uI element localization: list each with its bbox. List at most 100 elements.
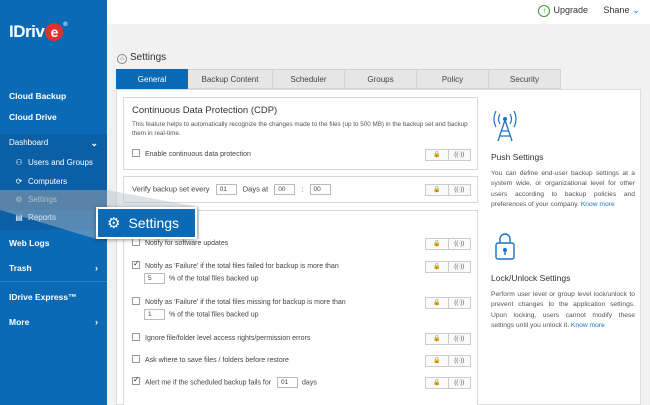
user-menu[interactable]: Shane ⌄ xyxy=(603,5,640,16)
alert-days-input[interactable]: 01 xyxy=(277,377,299,388)
upgrade-label: Upgrade xyxy=(553,5,588,15)
sidebar-item-reports[interactable]: ▤ Reports xyxy=(14,210,56,226)
push-settings-text: You can define end-user backup settings … xyxy=(491,170,635,208)
verify-days-at-label: Days at xyxy=(242,184,269,194)
push-icon[interactable]: ((·)) xyxy=(447,262,471,272)
lock-toggle: 🔒 ((·)) xyxy=(425,184,471,196)
lock-know-more-link[interactable]: Know more xyxy=(571,322,605,329)
chevron-right-icon: › xyxy=(95,317,98,327)
user-name: Shane xyxy=(603,5,630,15)
lock-icon[interactable]: 🔒 xyxy=(426,150,448,160)
ignore-errors-checkbox[interactable] xyxy=(132,333,140,341)
ask-where-label: Ask where to save files / folders before… xyxy=(145,357,289,364)
lock-icon xyxy=(492,231,518,268)
nav-web-logs[interactable]: Web Logs xyxy=(0,233,107,253)
upgrade-button[interactable]: ↑ Upgrade xyxy=(538,5,588,17)
lock-icon[interactable]: 🔒 xyxy=(426,334,448,344)
push-icon[interactable]: ((·)) xyxy=(447,239,471,249)
cdp-panel: Continuous Data Protection (CDP) This fe… xyxy=(123,97,478,170)
push-icon[interactable]: ((·)) xyxy=(447,185,471,195)
push-icon[interactable]: ((·)) xyxy=(447,356,471,366)
alert-fail-row: Alert me if the scheduled backup fails f… xyxy=(132,375,317,388)
idrive-logo[interactable]: IDriv e ® xyxy=(9,22,68,42)
time-separator: : xyxy=(301,184,304,194)
lock-icon[interactable]: 🔒 xyxy=(426,185,448,195)
notify-updates-checkbox[interactable] xyxy=(132,238,140,246)
broadcast-tower-icon xyxy=(492,110,518,149)
lock-toggle: 🔒 ((·)) xyxy=(425,238,471,250)
ask-where-row: Ask where to save files / folders before… xyxy=(132,355,289,364)
nav-idrive-express[interactable]: IDrive Express™ xyxy=(0,287,107,307)
lock-toggle: 🔒 ((·)) xyxy=(425,377,471,389)
arrow-up-icon: ↑ xyxy=(538,5,551,17)
missing-files-row: Notify as 'Failure' if the total files m… xyxy=(132,297,346,306)
options-panel: Notify for software updates 🔒((·)) Notif… xyxy=(123,210,478,405)
users-icon: ⚇ xyxy=(15,158,23,167)
lock-toggle: 🔒 ((·)) xyxy=(425,355,471,367)
lock-icon[interactable]: 🔒 xyxy=(426,298,448,308)
sidebar-item-label: Reports xyxy=(28,213,57,222)
tab-groups[interactable]: Groups xyxy=(345,69,417,89)
report-icon: ▤ xyxy=(15,213,23,222)
nav-trash[interactable]: Trash › xyxy=(0,258,107,278)
cdp-enable-checkbox[interactable] xyxy=(132,149,140,157)
verify-minute-input[interactable]: 00 xyxy=(309,184,331,195)
verify-hour-input[interactable]: 00 xyxy=(274,184,296,195)
divider xyxy=(0,281,107,282)
sidebar-item-computers[interactable]: ⟳ Computers xyxy=(14,174,67,190)
push-icon[interactable]: ((·)) xyxy=(447,150,471,160)
ask-where-checkbox[interactable] xyxy=(132,355,140,363)
failed-files-checkbox[interactable] xyxy=(132,259,140,269)
verify-label: Verify backup set every xyxy=(132,184,210,194)
settings-callout: ⚙ Settings xyxy=(96,207,197,239)
push-know-more-link[interactable]: Know more xyxy=(581,201,615,208)
nav-trash-label: Trash xyxy=(9,263,32,273)
push-icon[interactable]: ((·)) xyxy=(447,334,471,344)
lock-icon[interactable]: 🔒 xyxy=(426,356,448,366)
cdp-title: Continuous Data Protection (CDP) xyxy=(132,105,278,116)
tab-policy[interactable]: Policy xyxy=(417,69,489,89)
lock-toggle: 🔒 ((·)) xyxy=(425,297,471,309)
lock-icon[interactable]: 🔒 xyxy=(426,378,448,388)
home-icon[interactable]: ⌂ xyxy=(117,54,127,64)
gear-icon: ⚙ xyxy=(107,215,121,232)
push-icon[interactable]: ((·)) xyxy=(447,378,471,388)
nav-cloud-drive[interactable]: Cloud Drive xyxy=(0,107,107,127)
tab-general[interactable]: General xyxy=(116,69,188,89)
push-icon[interactable]: ((·)) xyxy=(447,298,471,308)
verify-days-input[interactable]: 01 xyxy=(215,184,237,195)
sidebar-item-label: Computers xyxy=(28,177,68,186)
failed-files-threshold: 5 % of the total files backed up xyxy=(144,273,259,284)
notify-updates-row: Notify for software updates xyxy=(132,238,228,247)
missing-files-label: Notify as 'Failure' if the total files m… xyxy=(145,299,346,306)
lock-toggle: 🔒 ((·)) xyxy=(425,261,471,273)
missing-files-checkbox[interactable] xyxy=(132,297,140,305)
alert-fail-checkbox[interactable] xyxy=(132,375,140,386)
tab-scheduler[interactable]: Scheduler xyxy=(273,69,345,89)
cdp-enable-label: Enable continuous data protection xyxy=(145,151,251,158)
lock-icon[interactable]: 🔒 xyxy=(426,239,448,249)
sidebar-item-label: Users and Groups xyxy=(28,158,93,167)
ignore-errors-row: Ignore file/folder level access rights/p… xyxy=(132,333,310,342)
computer-icon: ⟳ xyxy=(15,177,23,186)
chevron-down-icon: ⌄ xyxy=(632,5,640,15)
failed-percent-input[interactable]: 5 xyxy=(144,273,165,284)
notify-updates-label: Notify for software updates xyxy=(145,240,229,247)
nav-cloud-backup[interactable]: Cloud Backup xyxy=(0,86,107,106)
callout-label: Settings xyxy=(128,215,180,231)
tab-security[interactable]: Security xyxy=(489,69,561,89)
lock-settings-text: Perform user level or group level lock/u… xyxy=(491,291,635,329)
sidebar-item-users-and-groups[interactable]: ⚇ Users and Groups xyxy=(14,155,93,171)
general-tab-content: Continuous Data Protection (CDP) This fe… xyxy=(116,89,641,405)
missing-percent-input[interactable]: 1 xyxy=(144,309,165,320)
alert-fail-label: Alert me if the scheduled backup fails f… xyxy=(145,379,272,387)
failed-files-label: Notify as 'Failure' if the total files f… xyxy=(145,263,339,270)
nav-more[interactable]: More › xyxy=(0,312,107,332)
cdp-description: This feature helps to automatically reco… xyxy=(132,121,468,137)
missing-suffix: % of the total files backed up xyxy=(169,311,259,319)
settings-highlight xyxy=(0,190,107,210)
nav-dashboard[interactable]: Dashboard ⌄ xyxy=(0,133,107,153)
lock-icon[interactable]: 🔒 xyxy=(426,262,448,272)
settings-tabs: General Backup Content Scheduler Groups … xyxy=(116,69,561,89)
tab-backup-content[interactable]: Backup Content xyxy=(188,69,273,89)
